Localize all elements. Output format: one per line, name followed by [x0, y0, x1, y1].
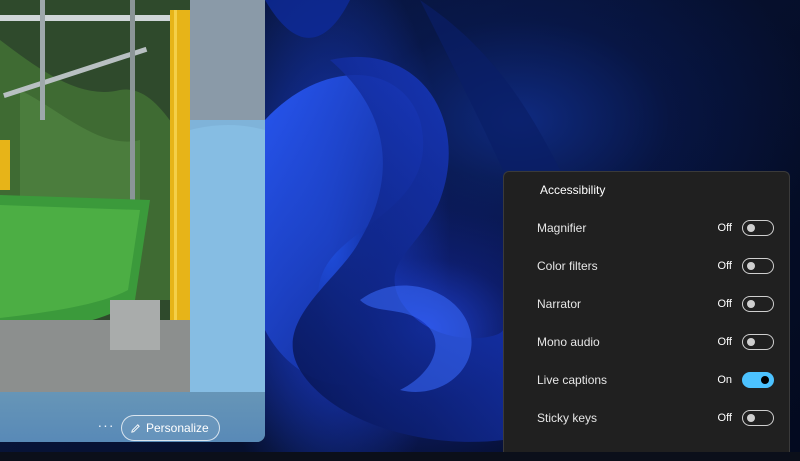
setting-state: Off — [717, 336, 732, 348]
taskbar-edge — [0, 452, 800, 461]
live-captions-toggle[interactable] — [742, 372, 774, 388]
setting-label: Mono audio — [537, 335, 600, 349]
setting-state: Off — [717, 298, 732, 310]
setting-label: Narrator — [537, 297, 582, 311]
mono-audio-toggle[interactable] — [742, 334, 774, 350]
toggle-knob — [747, 224, 755, 232]
panel-title: Accessibility — [540, 183, 606, 197]
accessibility-panel: Accessibility Magnifier Off Color filter… — [503, 171, 790, 461]
setting-label: Live captions — [537, 373, 608, 387]
toggle-knob — [761, 376, 769, 384]
toggle-knob — [747, 300, 755, 308]
setting-row-color-filters: Color filters Off — [504, 251, 789, 281]
setting-row-narrator: Narrator Off — [504, 289, 789, 319]
setting-state: Off — [717, 412, 732, 424]
setting-state: On — [717, 374, 732, 386]
setting-row-sticky-keys: Sticky keys Off — [504, 403, 789, 433]
setting-row-live-captions: Live captions On — [504, 365, 789, 395]
toggle-knob — [747, 262, 755, 270]
personalize-button[interactable]: Personalize — [121, 415, 220, 441]
more-options-button[interactable]: ··· — [97, 418, 115, 436]
personalize-label: Personalize — [146, 421, 209, 435]
setting-row-mono-audio: Mono audio Off — [504, 327, 789, 357]
color-filters-toggle[interactable] — [742, 258, 774, 274]
more-icon: ··· — [97, 417, 115, 433]
toggle-knob — [747, 338, 755, 346]
setting-label: Color filters — [537, 259, 598, 273]
pencil-icon — [131, 423, 140, 433]
photo-widget[interactable]: ··· Personalize — [0, 0, 265, 442]
setting-row-magnifier: Magnifier Off — [504, 213, 789, 243]
narrator-toggle[interactable] — [742, 296, 774, 312]
setting-state: Off — [717, 260, 732, 272]
setting-label: Magnifier — [537, 221, 587, 235]
greenhouse-photo — [0, 0, 265, 442]
setting-label: Sticky keys — [537, 411, 598, 425]
setting-state: Off — [717, 222, 732, 234]
sticky-keys-toggle[interactable] — [742, 410, 774, 426]
magnifier-toggle[interactable] — [742, 220, 774, 236]
toggle-knob — [747, 414, 755, 422]
